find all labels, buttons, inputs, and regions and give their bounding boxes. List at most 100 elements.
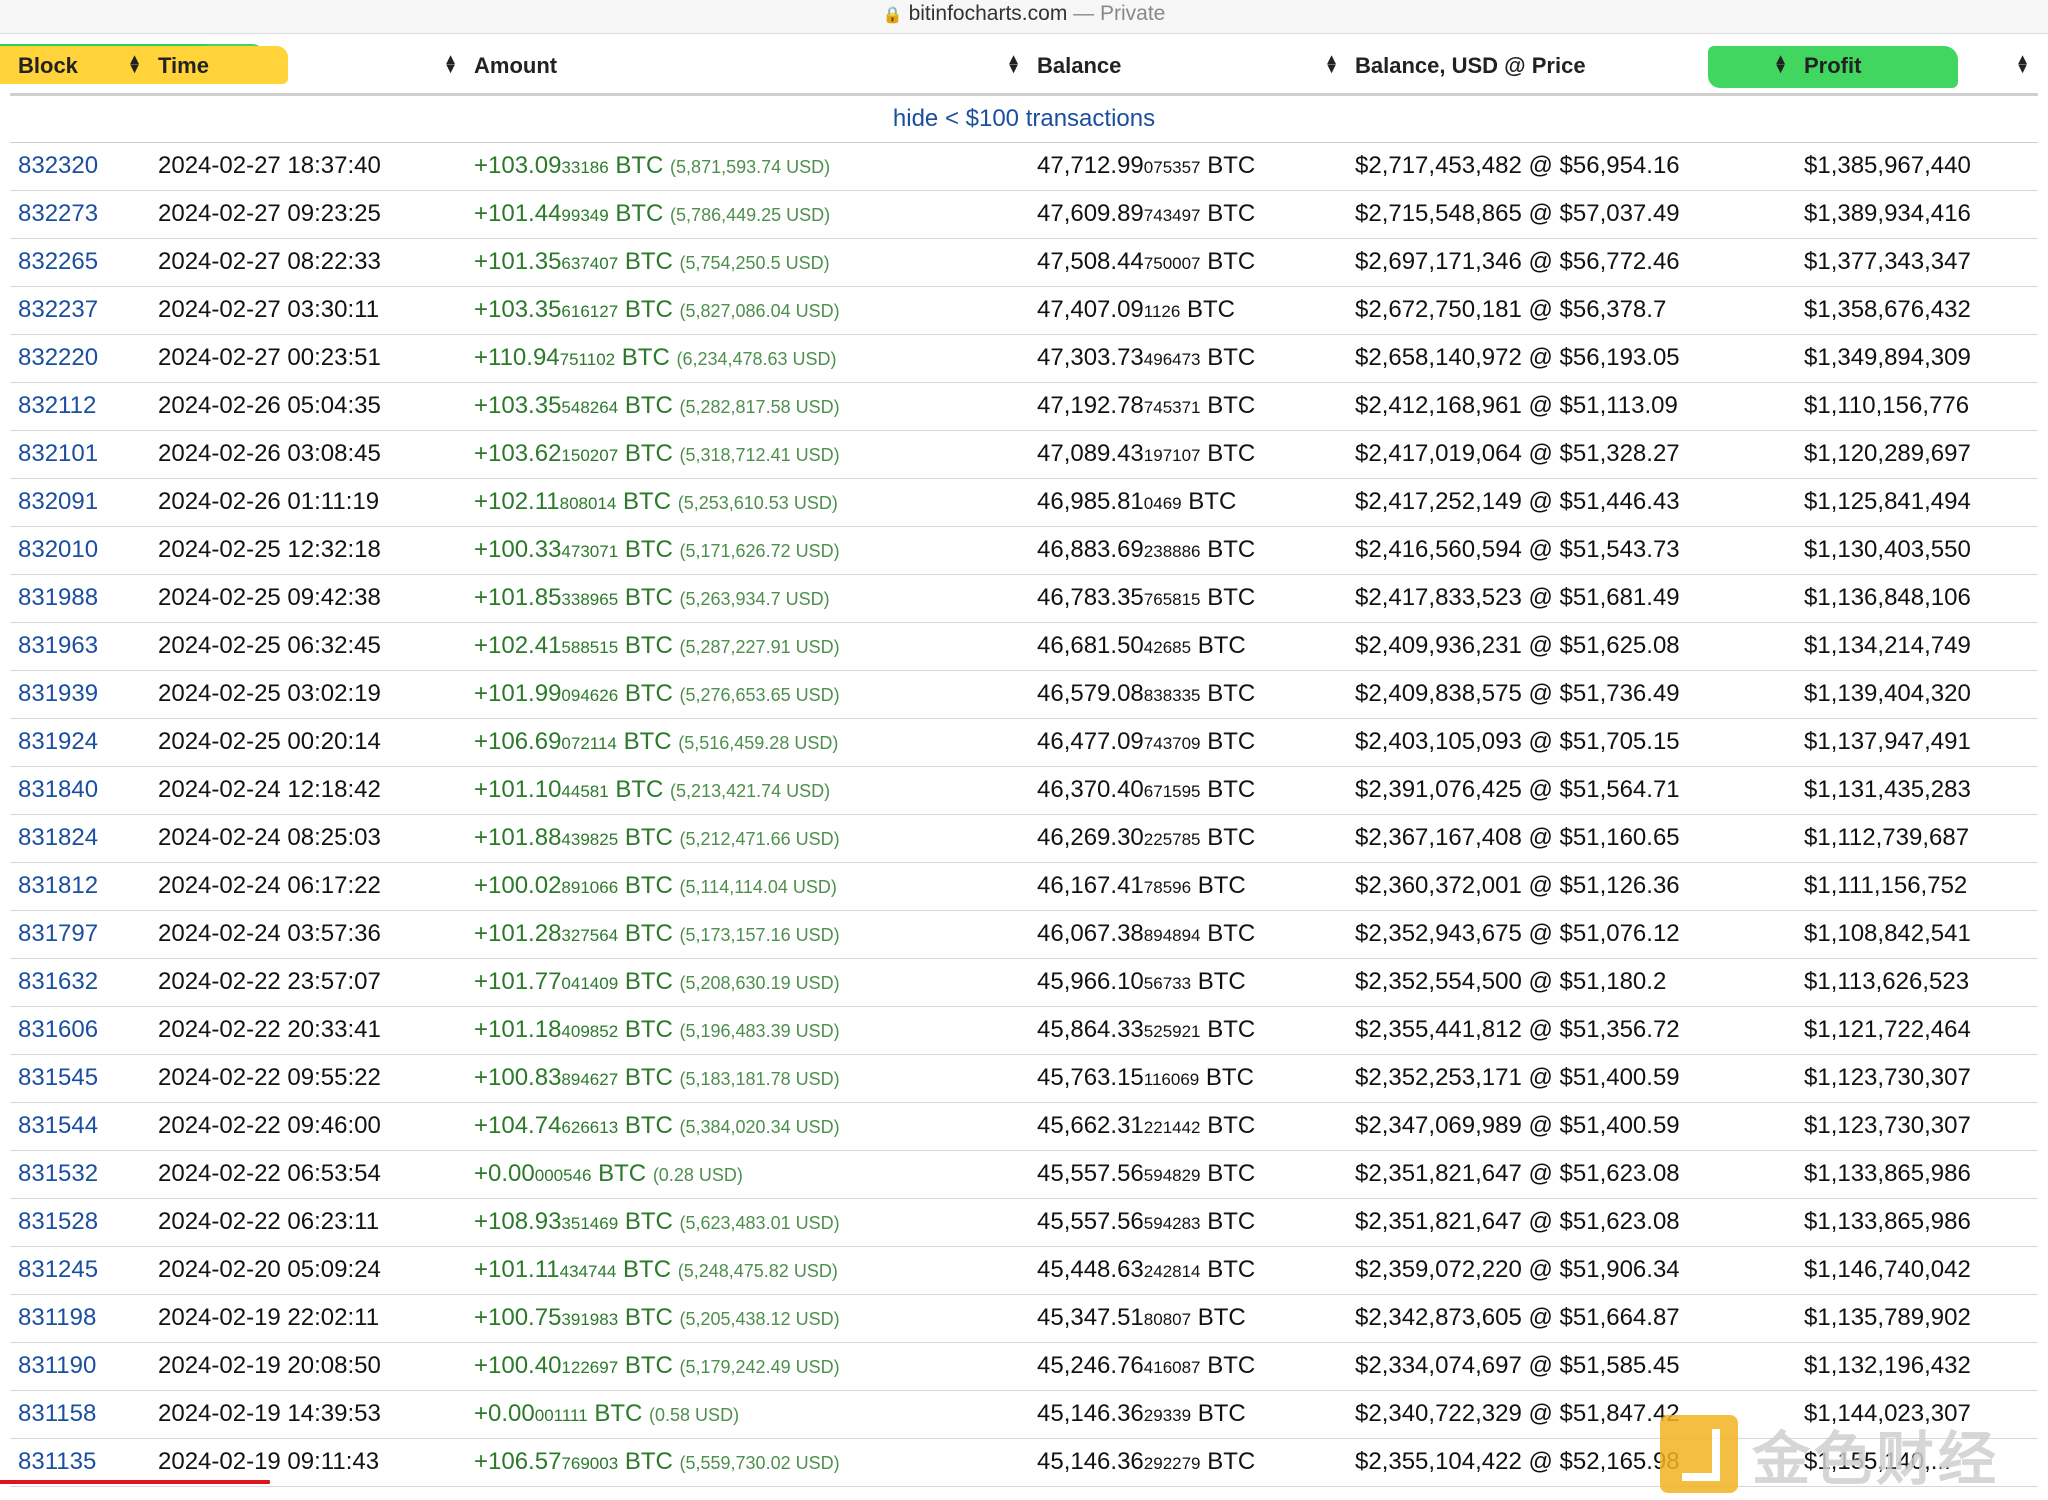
block-link[interactable]: 831245 [18,1256,98,1283]
col-header-balance[interactable]: Balance ▲ ▼ [1029,40,1347,96]
profit-value: $1,139,404,320 [1804,680,1971,707]
balance-unit: BTC [1207,1160,1256,1187]
balance-satoshi: 838335 [1143,686,1201,705]
amount-usd: (5,287,227.91 USD) [679,637,840,657]
balance-satoshi: 750007 [1143,254,1201,273]
balance-usd-value: $2,409,838,575 @ $51,736.49 [1355,680,1680,707]
block-link[interactable]: 831939 [18,680,98,707]
balance-cell: 46,167.4178596 BTC [1029,862,1347,911]
block-link[interactable]: 832237 [18,296,98,323]
balance-usd-value: $2,334,074,697 @ $51,585.45 [1355,1352,1680,1379]
block-link[interactable]: 831528 [18,1208,98,1235]
profit-cell: $1,139,404,320 [1796,670,2038,719]
amount-cell: +106.57769003 BTC (5,559,730.02 USD) [466,1438,1029,1487]
time-value: 2024-02-24 06:17:22 [158,872,381,899]
balance-satoshi: 416087 [1143,1358,1201,1377]
balance-unit: BTC [1197,872,1246,899]
balance-usd-value: $2,352,554,500 @ $51,180.2 [1355,968,1667,995]
block-link[interactable]: 831797 [18,920,98,947]
amount-usd: (5,205,438.12 USD) [679,1309,840,1329]
time-cell: 2024-02-25 03:02:19 [150,670,466,719]
amount-usd: (5,754,250.5 USD) [679,253,830,273]
block-cell: 832273 [10,190,150,239]
table-row: 831963 2024-02-25 06:32:45 +102.41588515 B… [10,622,2038,671]
time-value: 2024-02-25 12:32:18 [158,536,381,563]
profit-cell: $1,136,848,106 [1796,574,2038,623]
col-header-profit[interactable]: Profit ▲ ▼ [1708,40,2038,96]
balance-usd-value: $2,697,171,346 @ $56,772.46 [1355,248,1680,275]
amount-unit: BTC [624,1352,673,1379]
amount-cell: +103.35548264 BTC (5,282,817.58 USD) [466,382,1029,431]
col-header-amount[interactable]: Amount ▲ ▼ [466,40,1029,96]
sort-icon[interactable]: ▲ ▼ [1006,52,1021,76]
amount-cell: +100.83894627 BTC (5,183,181.78 USD) [466,1054,1029,1103]
block-link[interactable]: 831632 [18,968,98,995]
amount-satoshi: 338965 [561,590,619,609]
block-link[interactable]: 831545 [18,1064,98,1091]
block-link[interactable]: 832101 [18,440,98,467]
amount-unit: BTC [623,728,672,755]
sort-icon[interactable]: ▲ ▼ [127,52,142,76]
block-link[interactable]: 831963 [18,632,98,659]
block-link[interactable]: 832091 [18,488,98,515]
block-cell: 832220 [10,334,150,383]
watermark-text: 金色财经 [1752,1425,2001,1493]
block-cell: 831797 [10,910,150,959]
block-link[interactable]: 831532 [18,1160,98,1187]
sort-icon[interactable]: ▲ ▼ [443,52,458,76]
block-link[interactable]: 832112 [18,392,96,419]
amount-cell: +100.02891066 BTC (5,114,114.04 USD) [466,862,1029,911]
block-link[interactable]: 831924 [18,728,98,755]
balance-usd-value: $2,340,722,329 @ $51,847.42 [1355,1400,1680,1427]
balance-unit: BTC [1207,1352,1256,1379]
block-link[interactable]: 831606 [18,1016,98,1043]
block-link[interactable]: 831824 [18,824,98,851]
block-link[interactable]: 831544 [18,1112,98,1139]
amount-unit: BTC [624,248,673,275]
browser-url-bar[interactable]: 🔒 bitinfocharts.com — Private [0,0,2048,34]
amount-usd: (5,171,626.72 USD) [679,541,840,561]
amount-cell: +100.75391983 BTC (5,205,438.12 USD) [466,1294,1029,1343]
block-link[interactable]: 832265 [18,248,98,275]
time-value: 2024-02-20 05:09:24 [158,1256,381,1283]
block-link[interactable]: 831190 [18,1352,96,1379]
time-cell: 2024-02-24 03:57:36 [0,910,466,1484]
block-link[interactable]: 832010 [18,536,98,563]
profit-cell: $1,113,626,523 [1796,958,2038,1007]
hide-small-transactions-link[interactable]: hide < $100 transactions [893,105,1155,132]
table-row: 831988 2024-02-25 09:42:38 +101.85338965 B… [10,574,2038,623]
amount-unit: BTC [624,296,673,323]
block-link[interactable]: 831988 [18,584,98,611]
time-cell: 2024-02-24 12:18:42 [150,766,466,815]
balance-usd-cell: $2,417,833,523 @ $51,681.49 [1347,574,1796,623]
block-link[interactable]: 832273 [18,200,98,227]
time-cell: 2024-02-26 05:04:35 [150,382,466,431]
amount-satoshi: 891066 [561,878,619,897]
block-link[interactable]: 831158 [18,1400,96,1427]
table-row: 831528 2024-02-22 06:23:11 +108.93351469 B… [0,1198,2038,1484]
amount-cell: +0.00000546 BTC (0.28 USD) [466,1150,1029,1199]
balance-unit: BTC [1197,1400,1246,1427]
table-row: 832112 2024-02-26 05:04:35 +103.35548264 B… [10,382,2038,431]
block-link[interactable]: 831840 [18,776,98,803]
block-link[interactable]: 832320 [18,152,98,179]
sort-icon[interactable]: ▲ ▼ [2015,52,2030,76]
profit-value: $1,108,842,541 [1804,920,1971,947]
amount-satoshi: 588515 [561,638,619,657]
time-value: 2024-02-24 12:18:42 [158,776,381,803]
sort-icon[interactable]: ▲ ▼ [1324,52,1339,76]
block-link[interactable]: 831135 [18,1448,96,1475]
balance-cell: 46,985.810469 BTC [1029,478,1347,527]
balance-value: 45,662.31 [1037,1112,1144,1139]
block-link[interactable]: 831812 [18,872,98,899]
amount-usd: (0.28 USD) [652,1165,743,1185]
time-cell: 2024-02-27 08:22:33 [0,46,466,287]
balance-usd-cell: $2,351,821,647 @ $51,623.08 [1347,1150,1796,1199]
block-link[interactable]: 832220 [18,344,98,371]
amount-usd: (5,114,114.04 USD) [679,877,837,897]
table-row: 831198 2024-02-19 22:02:11 +100.75391983 B… [10,1294,2038,1343]
sort-icon[interactable]: ▲ ▼ [1773,52,1788,76]
balance-value: 45,864.33 [1037,1016,1144,1043]
block-link[interactable]: 831198 [18,1304,96,1331]
time-cell: 2024-02-27 09:23:25 [0,46,466,239]
